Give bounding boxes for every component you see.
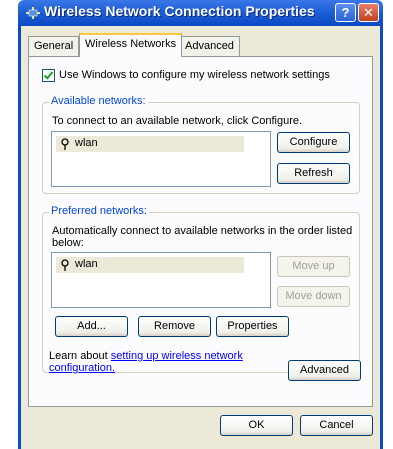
wireless-antenna-icon	[61, 138, 69, 150]
preferred-networks-description-line1: Automatically connect to available netwo…	[52, 225, 353, 237]
available-networks-list[interactable]: wlan	[51, 131, 271, 187]
use-windows-label[interactable]: Use Windows to configure my wireless net…	[59, 69, 330, 81]
ok-button[interactable]: OK	[220, 415, 293, 436]
add-button[interactable]: Add...	[55, 316, 128, 337]
setup-wireless-link-continued[interactable]: configuration.	[49, 362, 115, 374]
setup-wireless-link[interactable]: setting up wireless network	[111, 350, 243, 362]
checkmark-icon	[43, 69, 54, 80]
help-button[interactable]: ?	[335, 3, 356, 22]
list-item[interactable]: wlan	[56, 136, 244, 152]
available-networks-description: To connect to an available network, clic…	[52, 115, 303, 127]
wireless-antenna-icon	[61, 259, 69, 271]
network-connection-icon	[26, 7, 40, 19]
tab-general[interactable]: General	[28, 36, 80, 56]
close-button[interactable]: ✕	[358, 3, 379, 22]
window-title: Wireless Network Connection Properties	[44, 3, 315, 19]
use-windows-checkbox[interactable]	[42, 69, 55, 82]
move-up-button[interactable]: Move up	[277, 256, 350, 277]
tab-advanced[interactable]: Advanced	[179, 36, 240, 56]
advanced-button[interactable]: Advanced	[288, 360, 361, 381]
move-down-button[interactable]: Move down	[277, 286, 350, 307]
properties-dialog: Wireless Network Connection Properties ?…	[18, 0, 383, 449]
properties-button[interactable]: Properties	[216, 316, 289, 337]
configure-button[interactable]: Configure	[277, 132, 350, 153]
refresh-button[interactable]: Refresh	[277, 163, 350, 184]
available-networks-legend: Available networks:	[49, 95, 148, 107]
cancel-button[interactable]: Cancel	[300, 415, 373, 436]
title-bar[interactable]: Wireless Network Connection Properties ?…	[18, 0, 383, 26]
learn-about-prefix: Learn about	[49, 350, 111, 362]
learn-about-text: Learn about setting up wireless network	[49, 350, 243, 362]
network-name: wlan	[75, 137, 98, 149]
dialog-body: General Wireless Networks Advanced Use W…	[18, 26, 383, 449]
list-item[interactable]: wlan	[56, 257, 244, 273]
preferred-networks-list[interactable]: wlan	[51, 252, 271, 308]
wireless-networks-panel: Use Windows to configure my wireless net…	[28, 56, 373, 407]
network-name: wlan	[75, 258, 98, 270]
remove-button[interactable]: Remove	[138, 316, 211, 337]
preferred-networks-description-line2: below:	[52, 237, 84, 249]
preferred-networks-legend: Preferred networks:	[49, 205, 149, 217]
tab-wireless-networks[interactable]: Wireless Networks	[79, 33, 183, 57]
